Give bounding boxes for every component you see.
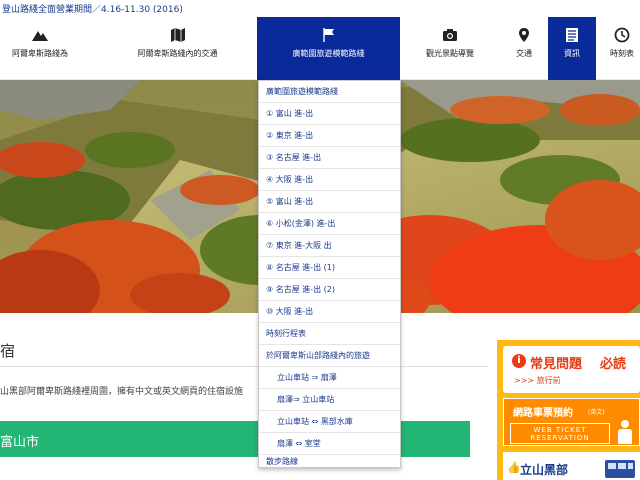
nav-item-model-routes[interactable]: 廣範圍旅遊模範路綫	[257, 17, 400, 80]
info-icon: i	[512, 354, 526, 368]
divider	[0, 366, 488, 367]
pin-icon	[519, 28, 529, 42]
dropdown-item[interactable]: ③ 名古屋 進-出	[259, 147, 400, 169]
dropdown-item[interactable]: 於阿爾卑斯山部路綫內的旅遊	[259, 345, 400, 367]
dropdown-item[interactable]: 廣範圍旅遊模範路綫	[259, 81, 400, 103]
dropdown-subitem[interactable]: 扇澤⇒ 立山車站	[259, 389, 400, 411]
dropdown-subitem[interactable]: 立山車站 ⇔ 黑部水庫	[259, 411, 400, 433]
page: 登山路綫全面營業期間／4.16-11.30 (2016) 阿爾卑斯路綫為 阿爾卑…	[0, 0, 640, 480]
nav-item-access[interactable]: 交通	[504, 17, 544, 80]
nav-label: 阿爾卑斯路綫為	[12, 49, 68, 58]
dropdown-item[interactable]: ⑤ 富山 進-出	[259, 191, 400, 213]
dropdown-item[interactable]: ② 東京 進-出	[259, 125, 400, 147]
dropdown-subitem[interactable]: 扇澤 ⇔ 室堂	[259, 433, 400, 455]
nav-label: 時刻表	[610, 49, 634, 58]
mountain-icon	[32, 31, 48, 41]
flag-icon	[322, 28, 334, 42]
ticket-title: 網路車票預約	[513, 408, 573, 419]
web-ticket-banner[interactable]: 網路車票預約 (英文) WEB TICKET RESERVATION	[503, 398, 640, 446]
faq-title: 常見問題	[530, 357, 583, 372]
dropdown-item[interactable]: ⑦ 東京 進-大阪 出	[259, 235, 400, 257]
nav-item-alpine-route[interactable]: 阿爾卑斯路綫為	[0, 17, 80, 80]
nav-item-sightseeing[interactable]: 觀光景點導覽	[410, 17, 490, 80]
document-icon	[566, 28, 578, 42]
dropdown-menu-model-routes: 廣範圍旅遊模範路綫 ① 富山 進-出 ② 東京 進-出 ③ 名古屋 進-出 ④ …	[258, 80, 401, 468]
nav-label: 廣範圍旅遊模範路綫	[292, 49, 365, 58]
dropdown-subitem[interactable]: 立山車站 ⇒ 扇澤	[259, 367, 400, 389]
tateyama-kurobe-banner[interactable]: 👍 立山黑部	[503, 452, 640, 480]
nav-label: 資訊	[564, 49, 580, 58]
page-heading: 宿	[0, 342, 16, 360]
nav-label: 阿爾卑斯路綫內的交通	[137, 49, 218, 58]
ticket-line1: WEB TICKET	[533, 426, 587, 434]
dropdown-item[interactable]: 散步路線	[259, 455, 400, 467]
ticket-title-suffix: (英文)	[588, 409, 605, 416]
faq-must-read: 必読	[600, 357, 627, 372]
nav-item-route-transport[interactable]: 阿爾卑斯路綫內的交通	[125, 17, 230, 80]
thumbs-up-icon: 👍	[507, 461, 521, 474]
dropdown-item[interactable]: 時刻行程表	[259, 323, 400, 345]
section-title: 富山市	[0, 435, 40, 450]
faq-link[interactable]: >>> 旅行前	[514, 375, 561, 386]
dropdown-item[interactable]: ⑩ 大阪 進-出	[259, 301, 400, 323]
notice-bar: 登山路綫全面營業期間／4.16-11.30 (2016)	[0, 0, 640, 17]
page-description: 山黑部阿爾卑斯路綫裡周圍，擁有中文或英文網頁的住宿設施	[0, 387, 244, 397]
bus-icon	[605, 460, 635, 478]
dropdown-item[interactable]: ⑧ 名古屋 進-出 (1)	[259, 257, 400, 279]
nav-label: 交通	[516, 49, 532, 58]
dropdown-item[interactable]: ④ 大阪 進-出	[259, 169, 400, 191]
banner-text: 立山黑部	[520, 463, 569, 477]
dropdown-item[interactable]: ⑥ 小松(金澤) 進-出	[259, 213, 400, 235]
person-icon	[618, 420, 632, 444]
nav-label: 觀光景點導覽	[426, 49, 474, 58]
faq-banner[interactable]: i 常見問題 必読 >>> 旅行前	[503, 346, 640, 393]
main-nav: 阿爾卑斯路綫為 阿爾卑斯路綫內的交通 廣範圍旅遊模範路綫 觀光景點導覽 交通 資…	[0, 17, 640, 80]
dropdown-item[interactable]: ⑨ 名古屋 進-出 (2)	[259, 279, 400, 301]
ticket-line2: RESERVATION	[530, 434, 590, 442]
camera-icon	[443, 29, 457, 41]
nav-item-timetable[interactable]: 時刻表	[604, 17, 640, 80]
map-icon	[170, 28, 185, 42]
nav-item-information[interactable]: 資訊	[548, 17, 596, 80]
clock-icon	[614, 27, 630, 43]
ticket-box: WEB TICKET RESERVATION	[510, 423, 610, 444]
dropdown-item[interactable]: ① 富山 進-出	[259, 103, 400, 125]
notice-text: 登山路綫全面營業期間／4.16-11.30 (2016)	[2, 5, 183, 15]
